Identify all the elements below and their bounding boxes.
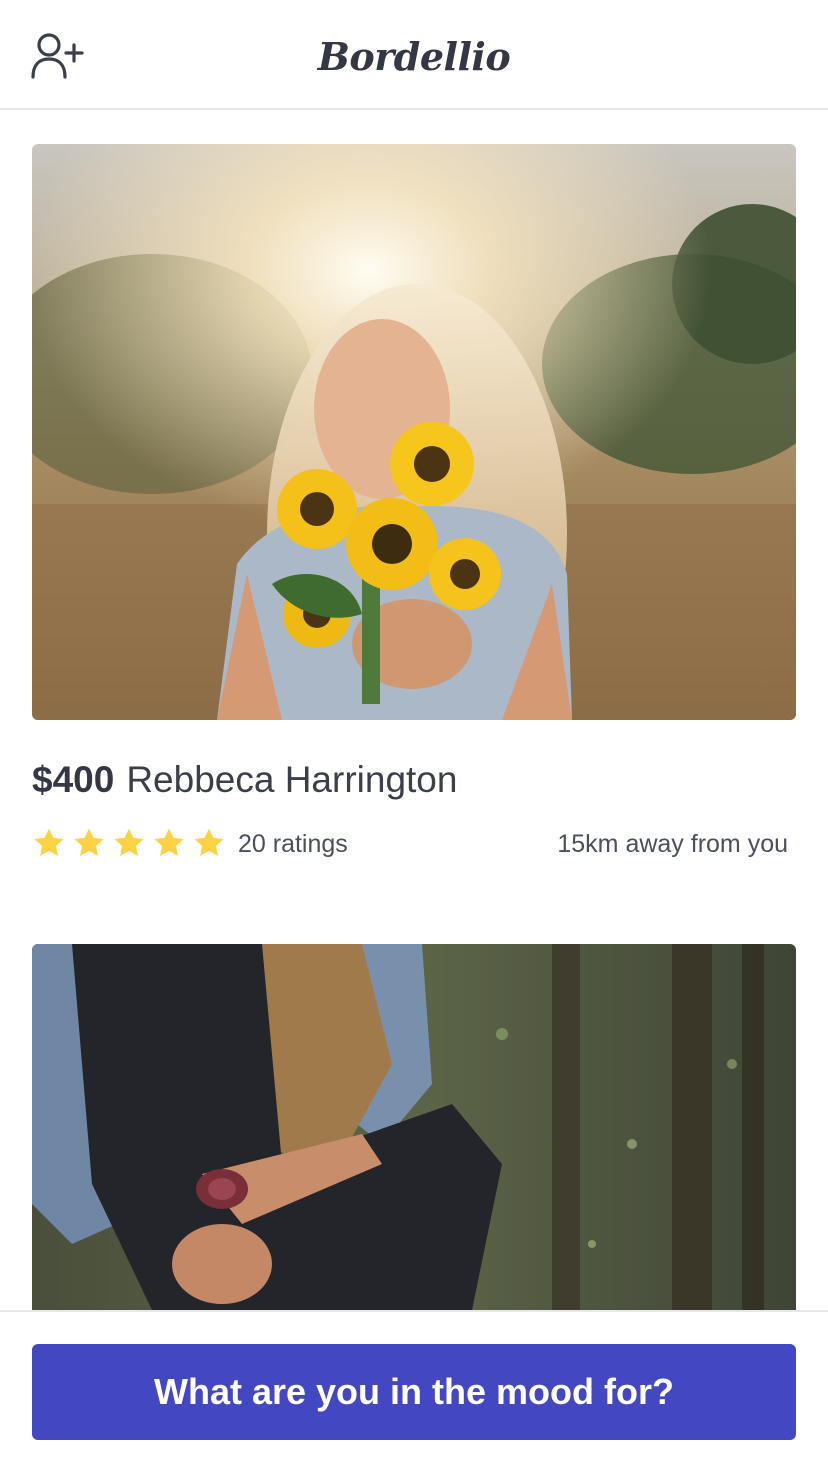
brand-logo: Bordellio [317, 34, 511, 79]
sunflower-portrait-image [32, 144, 796, 720]
ratings-count: 20 ratings [238, 830, 348, 858]
listing-feed[interactable]: $400 Rebbeca Harrington 20 ratings 15km a… [0, 110, 828, 1310]
star-icon [34, 828, 64, 857]
listing-photo[interactable] [32, 944, 796, 1310]
star-icon [154, 828, 184, 857]
listing-card[interactable]: $400 Rebbeca Harrington 20 ratings 15km a… [32, 144, 796, 862]
star-icon [194, 828, 224, 857]
top-bar: Bordellio [0, 0, 828, 110]
star-rating [32, 826, 226, 860]
distance-label: 15km away from you [557, 830, 788, 858]
bottom-action-bar: What are you in the mood for? [0, 1310, 828, 1472]
app: Bordellio $400 Rebbeca Harrington 20 rat… [0, 0, 828, 1472]
forest-portrait-image [32, 944, 796, 1310]
listing-meta: 20 ratings 15km away from you [32, 826, 796, 862]
listing-card[interactable] [32, 944, 796, 1310]
listing-photo[interactable] [32, 144, 796, 720]
listing-name: Rebbeca Harrington [126, 759, 458, 800]
listing-title: $400 Rebbeca Harrington [32, 758, 796, 802]
mood-search-button[interactable]: What are you in the mood for? [32, 1344, 796, 1440]
listing-price: $400 [32, 759, 115, 800]
star-icon [74, 828, 104, 857]
star-icon [114, 828, 144, 857]
